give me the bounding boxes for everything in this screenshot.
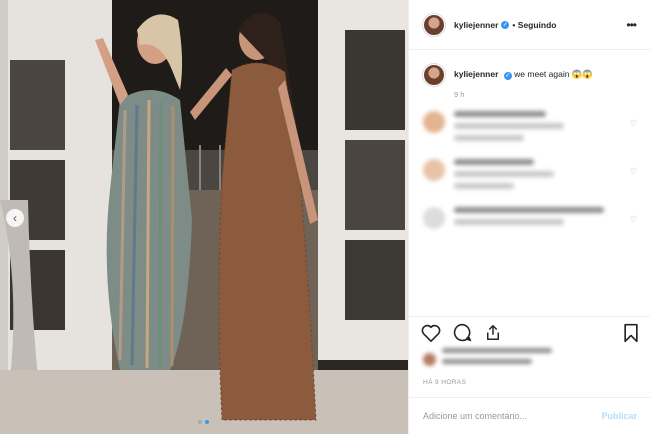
post-photo[interactable]: ‹ — [0, 0, 408, 434]
author-username[interactable]: kyliejenner — [454, 20, 498, 30]
blurred-comment-text — [454, 207, 604, 231]
heart-icon[interactable] — [421, 324, 441, 342]
ellipsis-icon[interactable]: ••• — [626, 18, 637, 32]
verified-badge-icon: ✓ — [501, 20, 510, 29]
post-timestamp: HÁ 9 HORAS — [423, 379, 467, 386]
blurred-comment-text — [454, 159, 554, 195]
share-icon[interactable] — [484, 323, 502, 342]
action-bar — [409, 316, 650, 348]
follow-status-label: Seguindo — [517, 19, 557, 30]
caption-age: 9 h — [454, 90, 465, 99]
caption-text: kyliejenner ✓ we meet again 😱😱 — [454, 64, 593, 80]
caption-body: we meet again 😱😱 — [514, 69, 593, 79]
comment-avatar — [423, 111, 445, 133]
photo-illustration — [0, 0, 408, 434]
likes-summary[interactable] — [423, 348, 552, 370]
verified-badge-icon: ✓ — [503, 72, 512, 80]
comment-item: ♡ — [423, 207, 637, 231]
carousel-dot-active — [205, 420, 209, 424]
carousel-indicator — [198, 420, 209, 424]
caption-avatar[interactable] — [423, 64, 445, 86]
carousel-dot — [198, 420, 202, 424]
bookmark-icon[interactable] — [623, 323, 639, 343]
blurred-comment-text — [454, 111, 564, 147]
post-header: kyliejenner ✓ • Seguindo ••• — [409, 0, 650, 50]
liker-avatar — [423, 352, 436, 366]
follow-separator: • — [512, 19, 516, 30]
follow-status[interactable]: • Seguindo — [512, 20, 556, 30]
comment-like-icon[interactable]: ♡ — [630, 215, 637, 224]
instagram-post-modal: ‹ kyliejenner ✓ • Seguindo ••• kyliejenn… — [0, 0, 650, 434]
comment-icon[interactable] — [453, 323, 472, 342]
comment-avatar — [423, 159, 445, 181]
comment-item: ♡ — [423, 159, 637, 195]
carousel-prev-button[interactable]: ‹ — [6, 209, 24, 227]
comment-like-icon[interactable]: ♡ — [630, 167, 637, 176]
caption-username[interactable]: kyliejenner — [454, 69, 498, 79]
blurred-likes-text — [442, 348, 552, 370]
comment-like-icon[interactable]: ♡ — [630, 119, 637, 128]
comment-form: Adicione um comentário... Publicar — [409, 397, 650, 434]
comment-avatar — [423, 207, 445, 229]
comment-input[interactable]: Adicione um comentário... — [423, 411, 527, 421]
caption: kyliejenner ✓ we meet again 😱😱 — [423, 64, 637, 86]
publish-button[interactable]: Publicar — [601, 411, 637, 421]
author-avatar[interactable] — [423, 13, 445, 36]
comments-list[interactable]: kyliejenner ✓ we meet again 😱😱 9 h ♡ ♡ ♡ — [409, 52, 650, 314]
post-sidebar: kyliejenner ✓ • Seguindo ••• kyliejenner… — [408, 0, 650, 434]
comment-item: ♡ — [423, 111, 637, 147]
